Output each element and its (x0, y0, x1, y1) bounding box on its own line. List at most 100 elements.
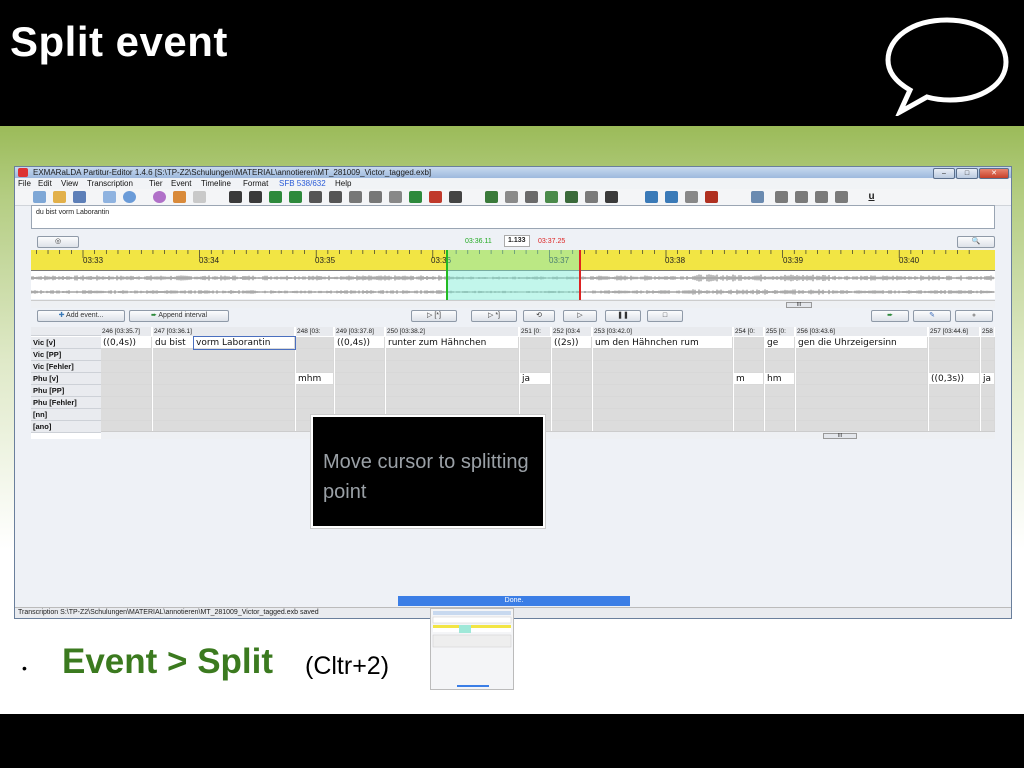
column-header[interactable]: 255 [0: (765, 327, 795, 336)
menu-transcription[interactable]: Transcription (87, 179, 133, 188)
empty-cell[interactable] (734, 337, 764, 349)
empty-cell[interactable] (386, 349, 519, 361)
zoom-button[interactable]: 🔍 (957, 236, 995, 248)
open-file-icon[interactable] (53, 191, 66, 203)
forward-button[interactable]: ➨ (871, 310, 909, 322)
event-cell[interactable]: gen die Uhrzeigersinn (796, 337, 928, 349)
grid-1-icon[interactable] (775, 191, 788, 203)
column-header[interactable]: 247 [03:36.1] (153, 327, 295, 336)
link-icon[interactable] (193, 191, 206, 203)
empty-cell[interactable] (796, 409, 928, 421)
pause-button[interactable]: ❚❚ (605, 310, 641, 322)
empty-cell[interactable] (520, 349, 551, 361)
save-icon[interactable] (73, 191, 86, 203)
loop-button[interactable]: ⟲ (523, 310, 555, 322)
empty-cell[interactable] (101, 409, 152, 421)
underline-icon[interactable]: u (865, 191, 878, 203)
menu-view[interactable]: View (61, 179, 78, 188)
move-left-icon[interactable] (309, 191, 322, 203)
append-icon[interactable] (409, 191, 422, 203)
grid-2-icon[interactable] (795, 191, 808, 203)
upload-icon[interactable] (545, 191, 558, 203)
tier-up-icon[interactable] (485, 191, 498, 203)
abc-edit-icon[interactable] (229, 191, 242, 203)
empty-cell[interactable] (101, 361, 152, 373)
empty-cell[interactable] (552, 349, 592, 361)
column-header[interactable]: 252 [03:4 (552, 327, 592, 336)
empty-cell[interactable] (296, 397, 334, 409)
empty-cell[interactable] (734, 361, 764, 373)
empty-cell[interactable] (734, 397, 764, 409)
empty-cell[interactable] (153, 397, 295, 409)
scrollbar-thumb[interactable]: III (786, 302, 812, 308)
event-cell[interactable]: ((2s)) (552, 337, 592, 349)
column-header[interactable]: 257 [03:44.6] (929, 327, 980, 336)
delete-icon[interactable] (585, 191, 598, 203)
add-tier-icon[interactable] (289, 191, 302, 203)
split-icon[interactable] (369, 191, 382, 203)
tier-label[interactable]: Phu [PP] (31, 385, 101, 397)
empty-cell[interactable] (929, 349, 980, 361)
empty-cell[interactable] (765, 385, 795, 397)
title-bar[interactable]: EXMARaLDA Partitur-Editor 1.4.6 [S:\TP-Z… (15, 167, 1011, 179)
empty-cell[interactable] (101, 349, 152, 361)
empty-cell[interactable] (335, 361, 385, 373)
move-right-icon[interactable] (329, 191, 342, 203)
selection-start-marker[interactable] (446, 250, 448, 300)
play-button[interactable]: ▷ (563, 310, 597, 322)
scroll-left-button[interactable]: ◎ (37, 236, 79, 248)
column-header[interactable]: 248 [03: (296, 327, 334, 336)
empty-cell[interactable] (929, 397, 980, 409)
scissors-icon[interactable] (525, 191, 538, 203)
empty-cell[interactable] (929, 337, 980, 349)
empty-cell[interactable] (386, 385, 519, 397)
empty-cell[interactable] (765, 397, 795, 409)
empty-cell[interactable] (981, 385, 995, 397)
empty-cell[interactable] (296, 361, 334, 373)
empty-cell[interactable] (153, 361, 295, 373)
empty-cell[interactable] (593, 361, 733, 373)
menu-format[interactable]: Format (243, 179, 268, 188)
event-cell[interactable]: runter zum Hähnchen (386, 337, 519, 349)
empty-cell[interactable] (552, 397, 592, 409)
remove-gap-icon[interactable] (429, 191, 442, 203)
insert-tier-icon[interactable] (269, 191, 282, 203)
empty-cell[interactable] (552, 361, 592, 373)
empty-cell[interactable] (386, 373, 519, 385)
event-cell[interactable]: ((0,4s)) (335, 337, 385, 349)
column-header[interactable]: 250 [03:38.2] (386, 327, 519, 336)
abc-format-icon[interactable] (249, 191, 262, 203)
empty-cell[interactable] (386, 397, 519, 409)
empty-cell[interactable] (765, 361, 795, 373)
add-event-button[interactable]: ✚ Add event... (37, 310, 125, 322)
column-header[interactable]: 254 [0: (734, 327, 764, 336)
menu-help[interactable]: Help (335, 179, 351, 188)
empty-cell[interactable] (153, 349, 295, 361)
empty-cell[interactable] (296, 337, 334, 349)
empty-cell[interactable] (929, 409, 980, 421)
close-button[interactable]: ✕ (979, 168, 1009, 179)
empty-cell[interactable] (593, 373, 733, 385)
menu-edit[interactable]: Edit (38, 179, 52, 188)
empty-cell[interactable] (734, 409, 764, 421)
event-cell[interactable]: ((0,3s)) (929, 373, 980, 385)
empty-cell[interactable] (552, 385, 592, 397)
new-file-icon[interactable] (33, 191, 46, 203)
selection-end-marker[interactable] (579, 250, 581, 300)
maximize-button[interactable]: □ (956, 168, 978, 179)
table-icon[interactable] (565, 191, 578, 203)
column-header[interactable]: 249 [03:37.8] (335, 327, 385, 336)
tier-label[interactable]: Vic [PP] (31, 349, 101, 361)
append-interval-button[interactable]: ➨ Append interval (129, 310, 229, 322)
menu-tier[interactable]: Tier (149, 179, 162, 188)
event-cell[interactable]: m (734, 373, 764, 385)
empty-cell[interactable] (796, 361, 928, 373)
waveform-scrollbar[interactable]: III (31, 300, 995, 308)
zoom-icon[interactable] (751, 191, 764, 203)
empty-cell[interactable] (593, 385, 733, 397)
undo-icon[interactable] (645, 191, 658, 203)
grid-4-icon[interactable] (835, 191, 848, 203)
empty-cell[interactable] (335, 385, 385, 397)
empty-cell[interactable] (981, 361, 995, 373)
empty-cell[interactable] (520, 361, 551, 373)
